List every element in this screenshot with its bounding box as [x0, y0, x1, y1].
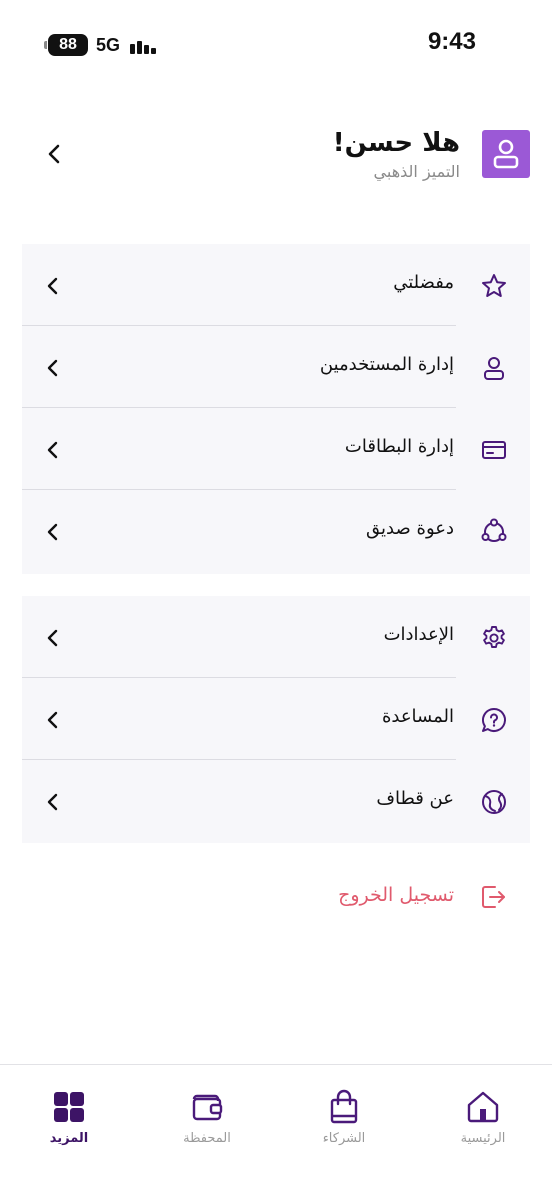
signal-icon: [130, 36, 158, 54]
battery-indicator: 88: [44, 34, 88, 56]
user-avatar-icon: [482, 130, 530, 178]
menu-item-manage-cards[interactable]: إدارة البطاقات: [22, 408, 530, 490]
chevron-left-icon: [47, 711, 58, 729]
gear-icon: [483, 626, 505, 648]
chevron-left-icon: [48, 144, 60, 164]
user-icon: [484, 357, 504, 380]
nav-label: المحفظة: [183, 1131, 231, 1146]
wallet-icon: [192, 1094, 223, 1121]
shopping-bag-icon: [330, 1089, 358, 1124]
share-icon: [481, 518, 507, 542]
menu-item-manage-users[interactable]: إدارة المستخدمين: [22, 326, 530, 408]
chevron-left-icon: [47, 523, 58, 541]
globe-icon: [482, 790, 506, 814]
menu-item-settings[interactable]: الإعدادات: [22, 596, 530, 678]
menu-group-account: مفضلتي إدارة المستخدمين إدارة البطاقات د…: [22, 244, 530, 574]
profile-greeting: هلا حسن!: [332, 128, 460, 158]
card-icon: [482, 441, 506, 459]
chevron-left-icon: [47, 793, 58, 811]
menu-item-label: الإعدادات: [383, 624, 454, 645]
menu-item-label: دعوة صديق: [366, 518, 454, 539]
home-icon: [467, 1091, 499, 1123]
network-type: 5G: [96, 35, 121, 55]
chevron-left-icon: [47, 441, 58, 459]
menu-item-label: إدارة البطاقات: [344, 436, 454, 457]
menu-item-label: إدارة المستخدمين: [319, 354, 454, 375]
menu-item-about[interactable]: عن قطاف: [22, 760, 530, 842]
logout-icon: [482, 886, 505, 908]
star-icon: [482, 274, 506, 297]
menu-item-favorites[interactable]: مفضلتي: [22, 244, 530, 326]
profile-header[interactable]: هلا حسن! التميز الذهبي: [0, 120, 552, 200]
nav-item-wallet[interactable]: المحفظة: [152, 1089, 262, 1149]
profile-tier: التميز الذهبي: [373, 162, 460, 181]
help-icon: [482, 707, 506, 732]
bottom-navigation: الرئيسية الشركاء المحفظة المزيد: [0, 1064, 552, 1200]
nav-item-more[interactable]: المزيد: [14, 1089, 124, 1149]
nav-label: الشركاء: [322, 1131, 366, 1146]
menu-item-invite-friend[interactable]: دعوة صديق: [22, 490, 530, 572]
chevron-left-icon: [47, 277, 58, 295]
chevron-left-icon: [47, 629, 58, 647]
nav-label: المزيد: [49, 1131, 89, 1146]
nav-item-partners[interactable]: الشركاء: [289, 1089, 399, 1149]
menu-item-label: مفضلتي: [393, 272, 454, 293]
grid-icon: [54, 1092, 84, 1122]
menu-group-general: الإعدادات المساعدة عن قطاف: [22, 596, 530, 843]
chevron-left-icon: [47, 359, 58, 377]
menu-item-label: المساعدة: [381, 706, 454, 727]
status-time: 9:43: [427, 28, 476, 55]
nav-item-home[interactable]: الرئيسية: [428, 1089, 538, 1149]
nav-label: الرئيسية: [460, 1131, 506, 1146]
logout-label: تسجيل الخروج: [338, 884, 454, 906]
status-bar: 88 5G 9:43: [0, 0, 552, 90]
logout-button[interactable]: تسجيل الخروج: [22, 872, 530, 924]
menu-item-help[interactable]: المساعدة: [22, 678, 530, 760]
menu-item-label: عن قطاف: [376, 788, 454, 809]
